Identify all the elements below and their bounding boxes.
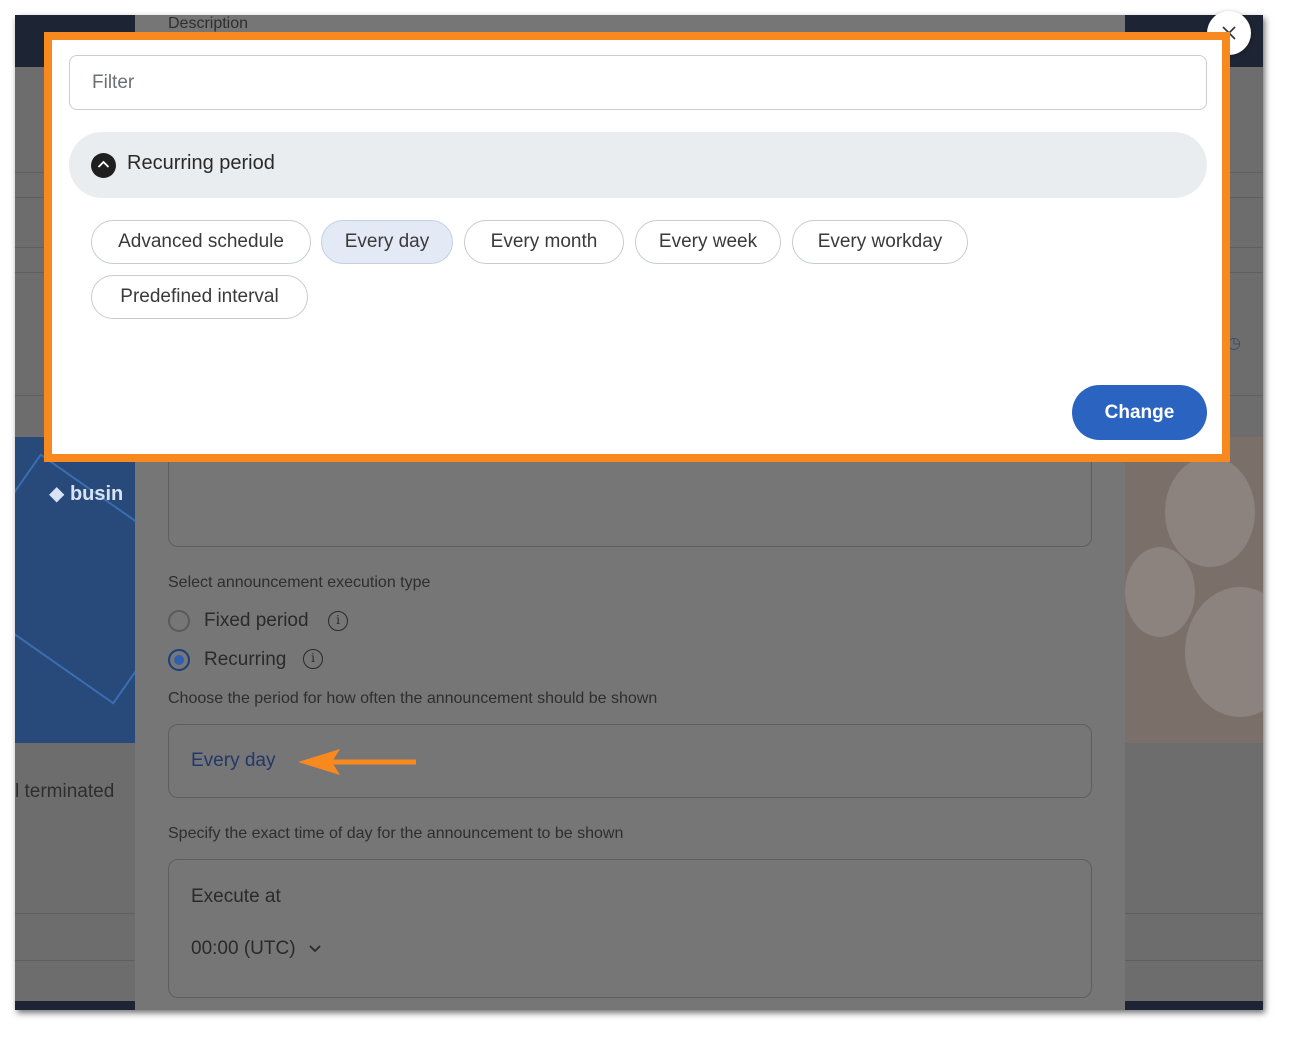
- execute-at-dropdown[interactable]: 00:00 (UTC): [191, 938, 322, 960]
- change-button[interactable]: Change: [1072, 385, 1207, 440]
- popup-body: Recurring period Advanced schedule Every…: [52, 40, 1222, 454]
- execute-at-box: Execute at 00:00 (UTC): [168, 859, 1092, 998]
- brand-logo: ◆ busin: [49, 483, 124, 505]
- arrow-left-icon: [298, 749, 416, 775]
- chevron-up-icon: [91, 153, 116, 178]
- chip-every-workday[interactable]: Every workday: [792, 220, 968, 264]
- background-status-text: l terminated: [15, 781, 115, 802]
- execute-at-value: 00:00 (UTC): [191, 938, 296, 959]
- period-value: Every day: [191, 750, 276, 771]
- background-banner-left: ◆ busin: [15, 437, 137, 743]
- chip-predefined-interval[interactable]: Predefined interval: [91, 275, 308, 319]
- period-label: Choose the period for how often the anno…: [168, 690, 658, 707]
- chip-every-day[interactable]: Every day: [321, 220, 453, 264]
- recurring-period-accordion[interactable]: Recurring period: [69, 132, 1207, 198]
- execute-at-label: Execute at: [191, 886, 281, 907]
- execution-type-label: Select announcement execution type: [168, 574, 431, 591]
- info-icon[interactable]: i: [303, 649, 323, 669]
- period-picker-popup: Recurring period Advanced schedule Every…: [44, 32, 1230, 462]
- chip-every-month[interactable]: Every month: [464, 220, 624, 264]
- chip-advanced-schedule[interactable]: Advanced schedule: [91, 220, 311, 264]
- fixed-period-label: Fixed period: [204, 610, 309, 631]
- chevron-down-icon: [309, 945, 321, 953]
- recurring-label: Recurring: [204, 649, 287, 670]
- info-icon[interactable]: i: [328, 611, 348, 631]
- chip-every-week[interactable]: Every week: [635, 220, 781, 264]
- fixed-period-radio[interactable]: [168, 610, 190, 632]
- description-label: Description: [168, 15, 249, 32]
- recurring-radio[interactable]: [168, 649, 190, 671]
- accordion-title: Recurring period: [127, 152, 275, 174]
- filter-input[interactable]: [69, 55, 1207, 110]
- time-label: Specify the exact time of day for the an…: [168, 825, 624, 842]
- background-banner-right: [1125, 437, 1263, 743]
